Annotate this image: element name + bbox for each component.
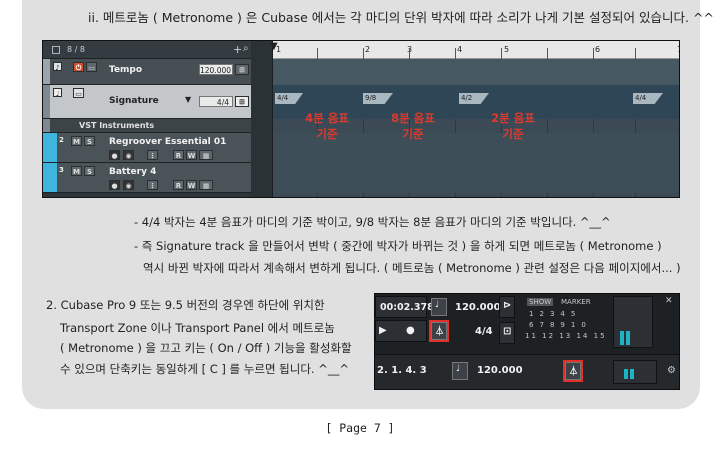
signature-folder-button: ▭ bbox=[73, 88, 84, 98]
tempo-track: ♪ ⏻ ▭ Tempo 120.000 ⊞ bbox=[43, 59, 251, 85]
playhead-icon: ▼ bbox=[270, 41, 278, 52]
regroover-track: 2 M S Regroover Essential 01 ● ◉ ⋮ R W ▦ bbox=[43, 133, 251, 163]
regroover-monitor-button: ◉ bbox=[123, 150, 134, 160]
regroover-solo-button: S bbox=[84, 136, 95, 146]
signature-dropdown-icon: ▼ bbox=[185, 95, 192, 104]
inspector-divider bbox=[251, 41, 273, 197]
battery-monitor-button: ◉ bbox=[123, 180, 134, 190]
bullet-1: - 4/4 박자는 4분 음표가 마디의 기준 박이고, 9/8 박자는 8분 … bbox=[134, 215, 611, 229]
ruler-bar-5: 5 bbox=[504, 45, 510, 54]
meter-left bbox=[620, 331, 624, 345]
tempo-readout: 120.000 bbox=[455, 302, 501, 313]
transport-buttons: ▶ ● bbox=[375, 320, 427, 342]
note-quarter-line1: 4분 음표 bbox=[305, 111, 349, 125]
meter-right bbox=[626, 331, 630, 345]
metronome-icon: ⏃ bbox=[429, 320, 449, 342]
regroover-track-number: 2 bbox=[59, 136, 64, 144]
marker-row-1: 12345 bbox=[529, 310, 582, 318]
settings-gear-icon: ⚙ bbox=[667, 365, 676, 376]
section2-line4: 수 있으며 단축키는 동일하게 [ C ] 를 누르면 됩니다. ^__^ bbox=[60, 362, 350, 376]
battery-track: 3 M S Battery 4 ● ◉ ⋮ R W ▦ bbox=[43, 163, 251, 193]
battery-solo-button: S bbox=[84, 166, 95, 176]
tempo-folder-button: ▭ bbox=[86, 62, 97, 72]
battery-track-name: Battery 4 bbox=[109, 167, 157, 177]
tempo-value: 120.000 bbox=[199, 64, 233, 75]
note-half-line1: 2분 음표 bbox=[491, 111, 535, 125]
note-half-line2: 기준 bbox=[502, 127, 524, 141]
marker-row-2: 678910 bbox=[529, 321, 592, 329]
search-icon: ⌕ bbox=[243, 43, 249, 54]
show-label: SHOW bbox=[527, 298, 554, 306]
battery-track-number: 3 bbox=[59, 166, 64, 174]
signature-readout: 4/4 bbox=[475, 326, 493, 337]
note-eighth-line1: 8분 음표 bbox=[391, 111, 435, 125]
click-pattern-icon: ♩ bbox=[431, 298, 447, 316]
play-icon: ▶ bbox=[379, 325, 387, 336]
regroover-mute-button: M bbox=[71, 136, 82, 146]
ruler-bar-4: 4 bbox=[457, 45, 463, 54]
battery-write-button: W bbox=[186, 180, 197, 190]
bottom-meter bbox=[613, 360, 657, 384]
regroover-record-button: ● bbox=[109, 150, 120, 160]
signature-track: ♩ ▭ Signature ▼ 4/4 ⊞ bbox=[43, 85, 251, 119]
tempo-lane bbox=[273, 59, 679, 85]
instrument-lanes bbox=[273, 133, 679, 193]
ruler-bar-6: 6 bbox=[595, 45, 601, 54]
note-eighth: 8분 음표 기준 bbox=[382, 110, 444, 142]
timeline-ruler: 1 2 3 4 5 6 7 ▼ bbox=[270, 41, 679, 59]
heading: ii. 메트로놈 ( Metronome ) 은 Cubase 에서는 각 마디… bbox=[88, 10, 714, 25]
tempo-edit-button: ⊞ bbox=[235, 64, 249, 75]
transport-panel-screenshot: 00:02.378 ▶ ● ♩ ⏃ 120.000 4/4 ⊳ ⊡ SHOW M… bbox=[374, 293, 680, 390]
section2-line1: 2. Cubase Pro 9 또는 9.5 버전의 경우엔 하단에 위치한 bbox=[46, 298, 325, 312]
note-quarter: 4분 음표 기준 bbox=[296, 110, 358, 142]
lock-button: ⊡ bbox=[499, 322, 515, 344]
tempo-enable-button: ⏻ bbox=[73, 62, 84, 72]
vst-instruments-folder: VST Instruments bbox=[43, 119, 251, 133]
signature-icon: ♩ bbox=[53, 88, 62, 98]
ruler-bar-2: 2 bbox=[365, 45, 371, 54]
regroover-write-button: W bbox=[186, 150, 197, 160]
track-count: 8 / 8 bbox=[67, 45, 85, 54]
level-meter-panel bbox=[613, 296, 653, 348]
regroover-instrument-button: ▦ bbox=[199, 150, 213, 160]
add-track-icon: + bbox=[233, 43, 243, 56]
track-list-header: 8 / 8 + ⌕ bbox=[43, 41, 251, 59]
tempo-icon: ♪ bbox=[53, 62, 62, 72]
tempo-track-name: Tempo bbox=[109, 65, 143, 75]
section2-line3: ( Metronome ) 을 끄고 키는 ( On / Off ) 기능을 활… bbox=[60, 341, 352, 355]
bottom-tempo: 120.000 bbox=[477, 365, 523, 376]
bottom-position: 2. 1. 4. 3 bbox=[377, 365, 427, 376]
note-quarter-line2: 기준 bbox=[316, 127, 338, 141]
track-list-checkbox-icon bbox=[52, 46, 60, 54]
note-half: 2분 음표 기준 bbox=[482, 110, 544, 142]
section2-line2: Transport Zone 이나 Transport Panel 에서 메트로… bbox=[60, 321, 335, 335]
bullet-2: - 즉 Signature track 을 만들어서 변박 ( 중간에 박자가 … bbox=[134, 239, 662, 253]
time-display: 00:02.378 bbox=[375, 296, 434, 318]
signature-edit-button: ⊞ bbox=[235, 96, 249, 107]
battery-record-button: ● bbox=[109, 180, 120, 190]
battery-mute-button: M bbox=[71, 166, 82, 176]
battery-instrument-button: ▦ bbox=[199, 180, 213, 190]
battery-read-button: R bbox=[173, 180, 184, 190]
close-icon: ✕ bbox=[665, 296, 673, 306]
ruler-bar-7: 7 bbox=[677, 45, 679, 54]
battery-edit-button: ⋮ bbox=[147, 180, 158, 190]
bottom-click-icon: ♩ bbox=[452, 362, 468, 380]
time-readout: 00:02.378 bbox=[380, 302, 434, 313]
sync-button: ⊳ bbox=[499, 296, 515, 318]
signature-value: 4/4 bbox=[199, 96, 233, 107]
regroover-edit-button: ⋮ bbox=[147, 150, 158, 160]
bullet-3: 역시 바뀐 박자에 따라서 계속해서 변하게 됩니다. ( 메트로놈 ( Met… bbox=[143, 261, 681, 275]
bottom-metronome-icon: ⏃ bbox=[563, 360, 583, 382]
marker-label: MARKER bbox=[561, 298, 591, 306]
page-number: [ Page 7 ] bbox=[325, 421, 395, 435]
cubase-project-screenshot: 8 / 8 + ⌕ ♪ ⏻ ▭ Tempo 120.000 ⊞ ♩ ▭ Sign… bbox=[42, 40, 680, 198]
record-icon: ● bbox=[406, 325, 415, 336]
regroover-read-button: R bbox=[173, 150, 184, 160]
note-eighth-line2: 기준 bbox=[402, 127, 424, 141]
signature-track-name: Signature bbox=[109, 96, 159, 106]
marker-row-3: 11 12 13 14 15 bbox=[525, 332, 607, 340]
regroover-track-name: Regroover Essential 01 bbox=[109, 137, 227, 147]
vst-folder-name: VST Instruments bbox=[79, 121, 155, 130]
